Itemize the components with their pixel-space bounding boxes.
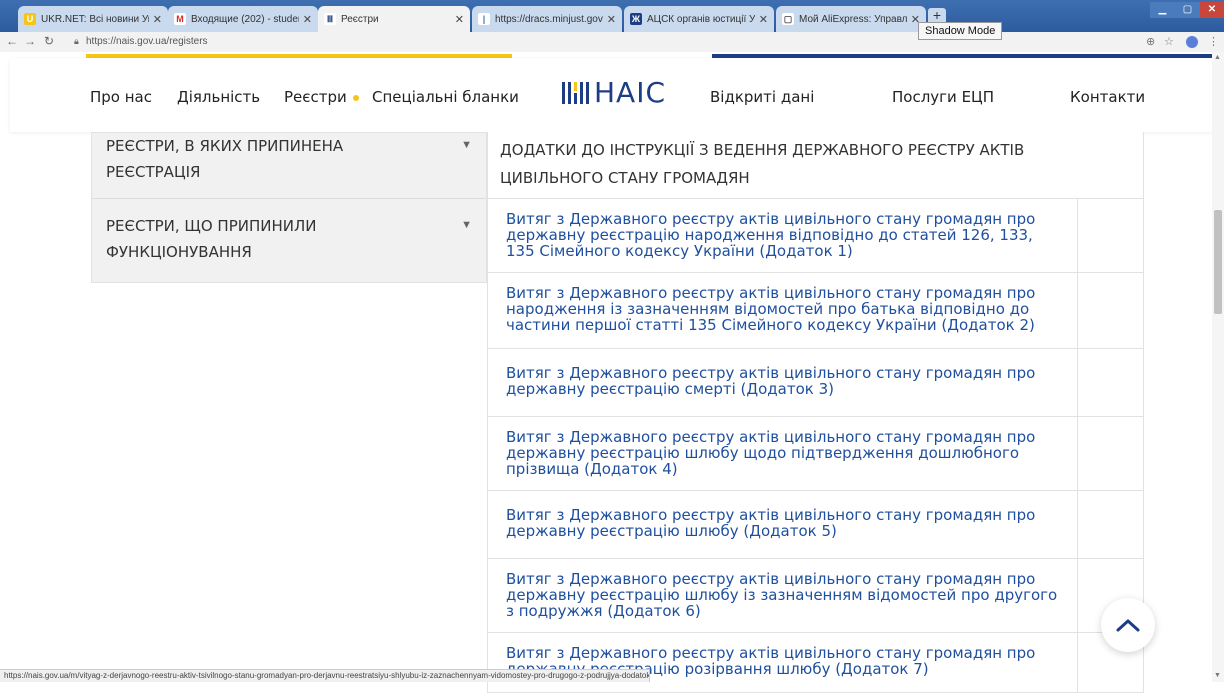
nav-special-forms[interactable]: Спеціальні бланки — [372, 88, 519, 106]
nais-logo-icon — [562, 81, 589, 104]
cell-divider — [1077, 491, 1078, 558]
appendix-link[interactable]: Витяг з Державного реєстру актів цивільн… — [506, 429, 1066, 477]
nav-registers-label: Реєстри — [284, 88, 347, 106]
nav-open-data[interactable]: Відкриті дані — [710, 88, 814, 106]
tab-title: Входящие (202) - studentbpd20 — [191, 13, 299, 25]
lock-icon: 🔒︎ — [74, 36, 79, 46]
close-window-icon[interactable]: ✕ — [1200, 2, 1224, 18]
address-bar: ← → ↻ 🔒︎ https://nais.gov.ua/registers ⊕… — [0, 32, 1224, 52]
nav-registers[interactable]: Реєстри — [284, 88, 359, 106]
table-row: Витяг з Державного реєстру актів цивільн… — [487, 417, 1144, 491]
menu-dots-icon[interactable]: ⋮ — [1208, 35, 1219, 48]
cell-divider — [1077, 273, 1078, 348]
tab-title: АЦСК органів юстиції України — [647, 13, 755, 25]
nais-favicon-icon: Ⅲ — [324, 13, 336, 25]
link-status-bar: https://nais.gov.ua/m/vityag-z-derjavnog… — [0, 669, 650, 682]
table-row: Витяг з Державного реєстру актів цивільн… — [487, 559, 1144, 633]
browser-tab[interactable]: Ж АЦСК органів юстиції України ✕ — [624, 6, 774, 32]
tab-title: Реєстри — [341, 13, 379, 25]
caret-down-icon: ▼ — [461, 139, 472, 151]
nais-logo[interactable]: НАІС — [560, 76, 666, 109]
scrollbar-thumb[interactable] — [1214, 210, 1222, 314]
chevron-up-icon — [1116, 619, 1140, 632]
acsk-favicon-icon: Ж — [630, 13, 642, 25]
cell-divider — [1077, 633, 1078, 692]
appendix-link[interactable]: Витяг з Державного реєстру актів цивільн… — [506, 211, 1066, 259]
bookmark-star-icon[interactable]: ☆ — [1164, 35, 1174, 48]
sidebar-item-discontinued-registers[interactable]: Реєстри, що припинили функціонування ▼ — [92, 213, 486, 273]
browser-tab[interactable]: | https://dracs.minjust.gov.ua/#/rc ✕ — [472, 6, 622, 32]
document-favicon-icon: ▢ — [782, 13, 794, 25]
browser-tab-active[interactable]: Ⅲ Реєстри ✕ — [318, 6, 470, 32]
cell-divider — [1077, 349, 1078, 416]
nav-contacts[interactable]: Контакти — [1070, 88, 1145, 106]
section-heading: ДОДАТКИ ДО ІНСТРУКЦІЇ З ВЕДЕННЯ ДЕРЖАВНО… — [487, 132, 1144, 199]
ukrnet-favicon-icon: U — [24, 13, 36, 25]
shadow-mode-badge: Shadow Mode — [918, 22, 1003, 40]
tab-title: UKR.NET: Всі новини України, с — [41, 13, 149, 25]
appendix-link[interactable]: Витяг з Державного реєстру актів цивільн… — [506, 365, 1066, 397]
close-tab-icon[interactable]: ✕ — [153, 13, 162, 26]
close-tab-icon[interactable]: ✕ — [455, 13, 464, 26]
active-dot-icon — [352, 94, 359, 101]
appendix-link[interactable]: Витяг з Державного реєстру актів цивільн… — [506, 571, 1066, 619]
logo-text: НАІС — [594, 76, 667, 109]
sidebar-item-label: Реєстри, в яких припинена реєстрація — [106, 137, 344, 181]
table-row: Витяг з Державного реєстру актів цивільн… — [487, 491, 1144, 559]
registers-sidebar: Реєстри, в яких припинена реєстрація ▼ Р… — [91, 132, 487, 283]
forward-arrow-icon[interactable]: → — [24, 34, 36, 48]
scroll-up-arrow-icon[interactable]: ▲ — [1214, 54, 1221, 61]
scroll-down-arrow-icon[interactable]: ▼ — [1214, 672, 1221, 679]
close-tab-icon[interactable]: ✕ — [759, 13, 768, 26]
back-arrow-icon[interactable]: ← — [6, 34, 18, 48]
tab-title: https://dracs.minjust.gov.ua/#/rc — [495, 13, 603, 25]
nav-activity[interactable]: Діяльність — [177, 88, 260, 106]
tab-title: Мой AliExpress: Управлять зака — [799, 13, 907, 25]
maximize-window-icon[interactable]: ▢ — [1175, 2, 1200, 18]
browser-tab[interactable]: ▢ Мой AliExpress: Управлять зака ✕ — [776, 6, 926, 32]
page-favicon-icon: | — [478, 13, 490, 25]
zoom-icon[interactable]: ⊕ — [1146, 35, 1155, 48]
nav-eds-services[interactable]: Послуги ЕЦП — [892, 88, 994, 106]
gmail-favicon-icon: M — [174, 13, 186, 25]
cell-divider — [1077, 559, 1078, 632]
appendix-table: ДОДАТКИ ДО ІНСТРУКЦІЇ З ВЕДЕННЯ ДЕРЖАВНО… — [487, 132, 1144, 693]
cell-divider — [1077, 417, 1078, 490]
table-row: Витяг з Державного реєстру актів цивільн… — [487, 199, 1144, 273]
divider — [92, 198, 486, 199]
table-row: Витяг з Державного реєстру актів цивільн… — [487, 633, 1144, 693]
browser-tab[interactable]: U UKR.NET: Всі новини України, с ✕ — [18, 6, 168, 32]
appendix-link[interactable]: Витяг з Державного реєстру актів цивільн… — [506, 285, 1066, 333]
sidebar-item-label: Реєстри, що припинили функціонування — [106, 217, 317, 261]
url-field[interactable]: https://nais.gov.ua/registers — [86, 36, 208, 47]
table-row: Витяг з Державного реєстру актів цивільн… — [487, 349, 1144, 417]
profile-avatar[interactable] — [1186, 36, 1198, 48]
sidebar-item-terminated-registration[interactable]: Реєстри, в яких припинена реєстрація ▼ — [92, 133, 486, 198]
nav-about[interactable]: Про нас — [90, 88, 152, 106]
caret-down-icon: ▼ — [461, 219, 472, 231]
cell-divider — [1077, 199, 1078, 272]
close-tab-icon[interactable]: ✕ — [607, 13, 616, 26]
reload-icon[interactable]: ↻ — [44, 34, 54, 48]
page-scrollbar[interactable] — [1212, 52, 1224, 682]
appendix-link[interactable]: Витяг з Державного реєстру актів цивільн… — [506, 507, 1066, 539]
minimize-window-icon[interactable]: ▁ — [1150, 2, 1175, 18]
browser-tab-strip: U UKR.NET: Всі новини України, с ✕ M Вхо… — [0, 0, 1224, 32]
close-tab-icon[interactable]: ✕ — [303, 13, 312, 26]
table-row: Витяг з Державного реєстру актів цивільн… — [487, 273, 1144, 349]
browser-tab[interactable]: M Входящие (202) - studentbpd20 ✕ — [168, 6, 318, 32]
scroll-to-top-button[interactable] — [1101, 598, 1155, 652]
